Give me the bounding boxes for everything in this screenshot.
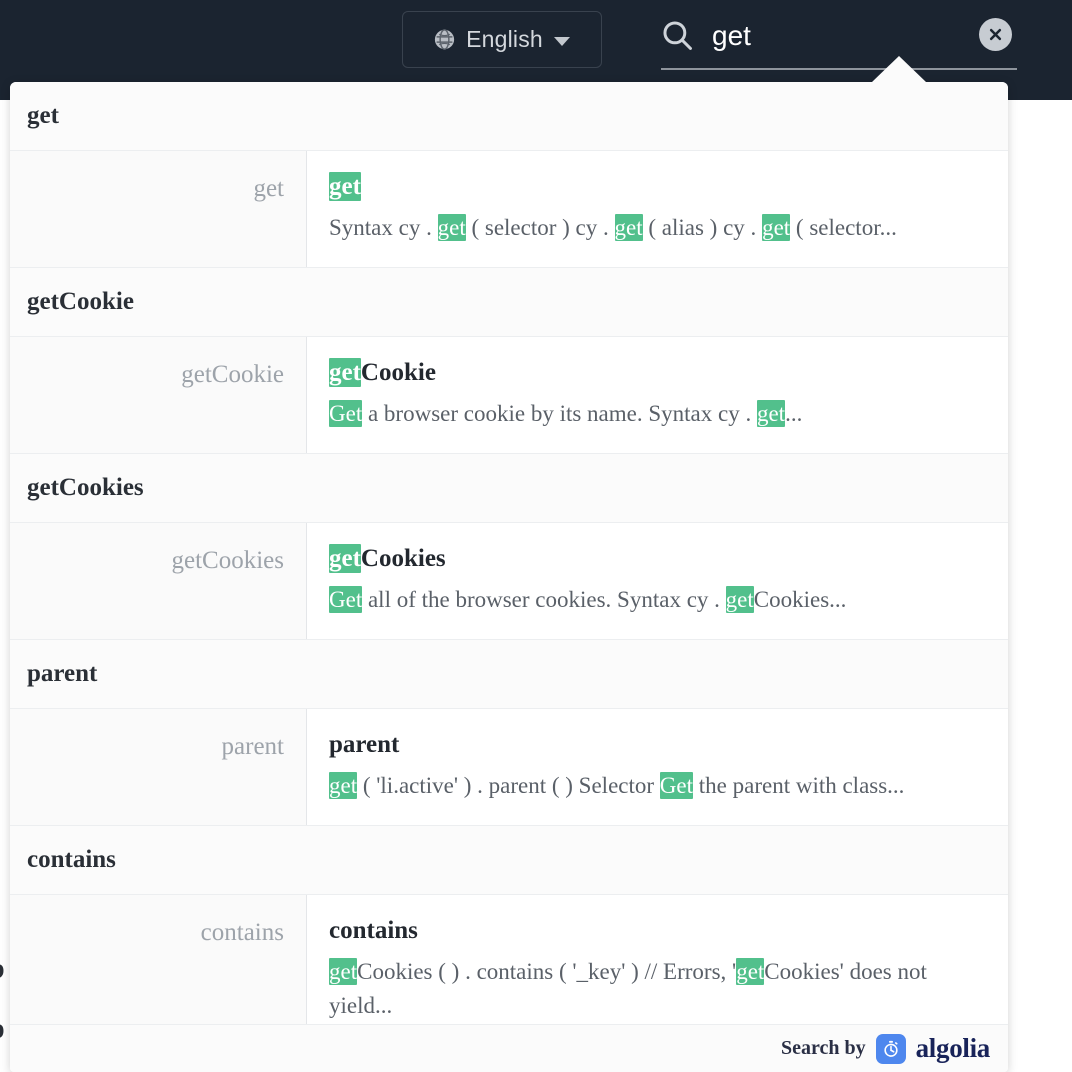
chevron-down-icon bbox=[553, 36, 570, 46]
result-category-header: parent bbox=[10, 640, 1008, 710]
result-title: parent bbox=[329, 731, 400, 759]
result-breadcrumb-label: getCookie bbox=[10, 337, 307, 454]
highlight-match: get bbox=[756, 400, 786, 428]
result-breadcrumb-label: parent bbox=[10, 709, 307, 826]
result-title: contains bbox=[329, 917, 418, 945]
result-breadcrumb-label: get bbox=[10, 151, 307, 268]
result-category-header: contains bbox=[10, 826, 1008, 896]
dropdown-caret bbox=[872, 56, 926, 82]
highlight-match: get bbox=[329, 544, 361, 574]
result-content: getCookies Get all of the browser cookies… bbox=[307, 523, 1008, 639]
highlight-match: Get bbox=[329, 400, 363, 428]
search-by-label: Search by bbox=[780, 1037, 866, 1059]
page-root: b p English bbox=[0, 0, 1072, 1072]
result-snippet: Get all of the browser cookies. Syntax c… bbox=[329, 586, 847, 614]
globe-icon bbox=[434, 29, 455, 50]
highlight-match: Get bbox=[329, 586, 363, 614]
result-snippet: get ( 'li.active' ) . parent ( ) Selecto… bbox=[329, 772, 905, 800]
highlight-match: get bbox=[736, 958, 765, 986]
result-title: getCookie bbox=[329, 358, 436, 388]
highlight-match: get bbox=[329, 172, 361, 201]
search-underline bbox=[661, 68, 1017, 70]
search-input[interactable] bbox=[712, 12, 962, 60]
highlight-match: get bbox=[437, 214, 466, 241]
result-breadcrumb-label: getCookies bbox=[10, 523, 307, 640]
search-results-list: get get get Syntax cy . get ( selector ) cy… bbox=[10, 82, 1008, 1047]
search-results-dropdown: get get get Syntax cy . get ( selector ) cy… bbox=[10, 82, 1008, 1072]
highlight-match: get bbox=[329, 772, 358, 800]
algolia-wordmark: algolia bbox=[915, 1033, 991, 1063]
search-bar bbox=[652, 0, 1024, 80]
algolia-stopwatch-icon bbox=[875, 1033, 906, 1064]
highlight-match: get bbox=[329, 358, 361, 388]
result-title: get bbox=[329, 171, 992, 203]
search-result-row[interactable]: parent parent get ( 'li.active' ) . parent… bbox=[10, 709, 1008, 827]
language-selector[interactable]: English bbox=[402, 11, 602, 68]
highlight-match: get bbox=[614, 214, 643, 241]
language-selector-label: English bbox=[466, 26, 543, 52]
result-content: contains getCookies ( ) . contains ( '_ke… bbox=[307, 895, 1008, 1045]
highlight-match: get bbox=[762, 214, 791, 241]
result-breadcrumb-label: contains bbox=[10, 895, 307, 1046]
result-snippet: Get a browser cookie by its name. Syntax… bbox=[329, 400, 803, 428]
search-icon bbox=[660, 18, 694, 52]
result-snippet: getCookies ( ) . contains ( '_key' ) // … bbox=[329, 958, 927, 1019]
highlight-match: get bbox=[329, 958, 358, 986]
result-title: getCookies bbox=[329, 544, 446, 574]
result-content: getCookie Get a browser cookie by its nam… bbox=[307, 337, 1008, 453]
result-content: get Syntax cy . get ( selector ) cy . get… bbox=[307, 151, 1008, 267]
result-content: parent get ( 'li.active' ) . parent ( ) S… bbox=[307, 709, 1008, 825]
search-result-row[interactable]: getCookies getCookies Get all of the brows… bbox=[10, 523, 1008, 641]
search-result-row[interactable]: getCookie getCookie Get a browser cookie b… bbox=[10, 337, 1008, 455]
algolia-footer: Search by algolia bbox=[10, 1024, 1008, 1072]
background-text-line-1: b bbox=[0, 952, 5, 986]
result-category-header: get bbox=[10, 82, 1008, 151]
search-clear-button[interactable] bbox=[979, 18, 1012, 51]
search-result-row[interactable]: get get Syntax cy . get ( selector ) cy . … bbox=[10, 151, 1008, 269]
result-snippet: Syntax cy . get ( selector ) cy . get ( … bbox=[329, 214, 897, 241]
background-text-line-2: p bbox=[0, 1012, 5, 1046]
highlight-match: Get bbox=[659, 772, 694, 800]
result-category-header: getCookies bbox=[10, 454, 1008, 524]
highlight-match: get bbox=[725, 586, 754, 614]
close-icon bbox=[989, 28, 1002, 41]
result-category-header: getCookie bbox=[10, 268, 1008, 338]
